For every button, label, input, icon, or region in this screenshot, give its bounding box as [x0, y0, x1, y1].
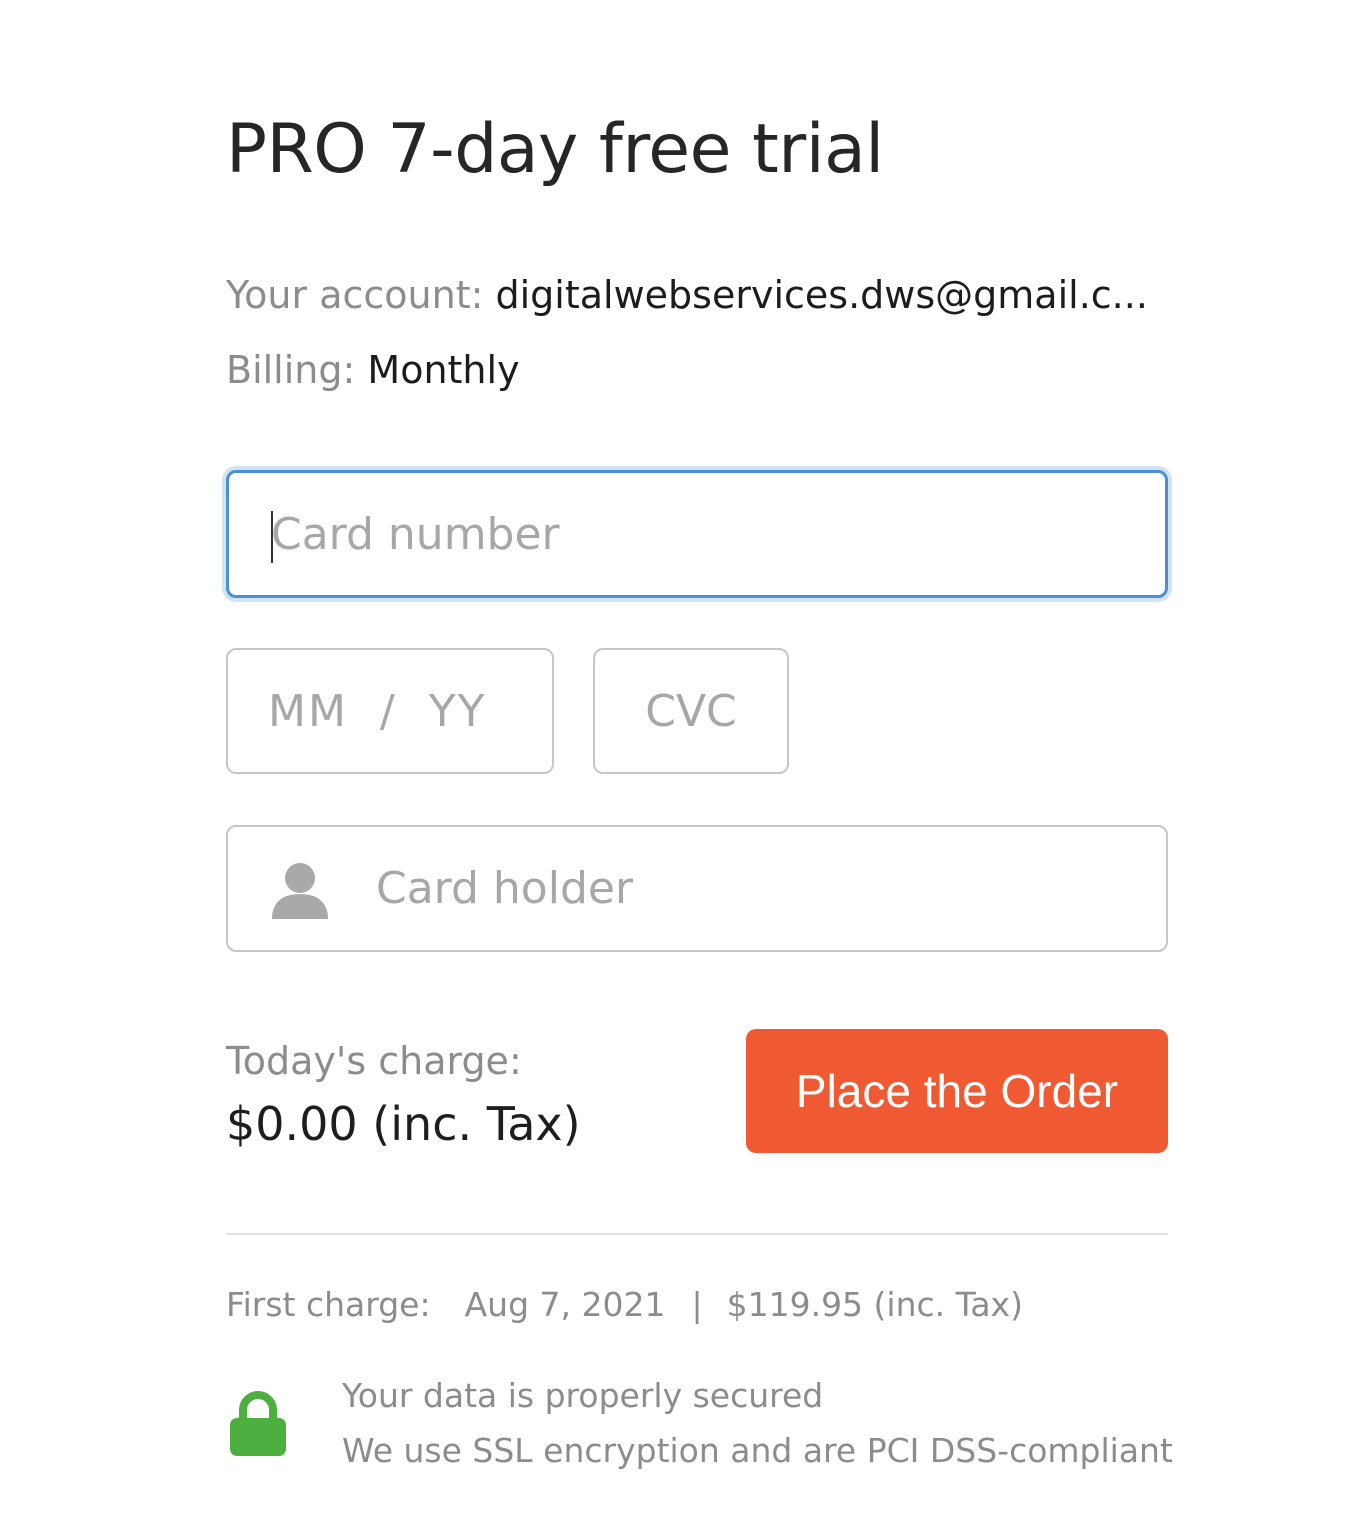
- first-charge-separator: |: [691, 1285, 703, 1324]
- first-charge-date: Aug 7, 2021: [464, 1285, 666, 1324]
- billing-row: Billing: Monthly: [226, 345, 1168, 395]
- card-number-field[interactable]: [226, 470, 1168, 598]
- expiry-field[interactable]: [226, 648, 554, 774]
- account-label: Your account:: [226, 273, 484, 317]
- text-cursor: [271, 511, 273, 563]
- checkout-panel: PRO 7-day free trial Your account: digit…: [226, 0, 1173, 1536]
- first-charge-label: First charge:: [226, 1285, 431, 1324]
- cvc-input[interactable]: [595, 650, 787, 772]
- security-title: Your data is properly secured: [342, 1376, 824, 1415]
- todays-charge-label: Today's charge:: [226, 1039, 522, 1083]
- billing-value: Monthly: [367, 348, 520, 392]
- card-holder-input[interactable]: [228, 827, 1166, 950]
- card-holder-field[interactable]: [226, 825, 1168, 952]
- security-subtitle: We use SSL encryption and are PCI DSS-co…: [342, 1431, 1173, 1470]
- todays-charge-amount: $0.00 (inc. Tax): [226, 1097, 581, 1151]
- expiry-input[interactable]: [228, 650, 552, 772]
- first-charge-row: First charge: Aug 7, 2021 | $119.95 (inc. T…: [226, 1283, 1023, 1327]
- page-title: PRO 7-day free trial: [226, 110, 884, 189]
- cvc-field[interactable]: [593, 648, 789, 774]
- card-number-input[interactable]: [229, 473, 1165, 595]
- account-row: Your account: digitalwebservices.dws@gma…: [226, 270, 1168, 320]
- place-order-button[interactable]: Place the Order: [746, 1029, 1168, 1153]
- billing-label: Billing:: [226, 348, 356, 392]
- divider: [226, 1233, 1168, 1235]
- lock-icon: [230, 1391, 286, 1456]
- first-charge-amount: $119.95 (inc. Tax): [726, 1285, 1023, 1324]
- account-email: digitalwebservices.dws@gmail.c...: [495, 273, 1148, 317]
